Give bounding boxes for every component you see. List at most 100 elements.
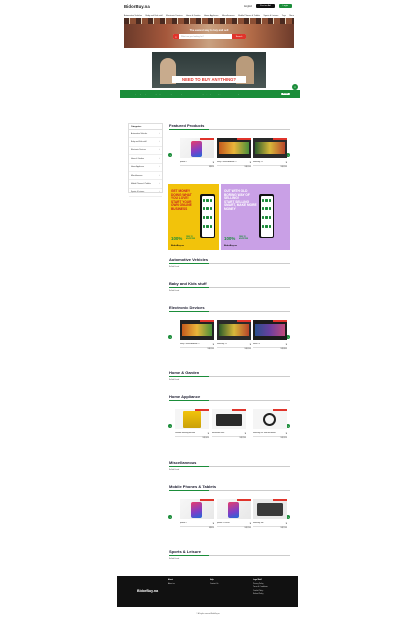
heart-icon[interactable]: ♥ (213, 343, 214, 346)
product-card[interactable]: Featured Product Samsung TV ♥ N$4,500 (217, 320, 251, 352)
product-card[interactable]: Featured Product Samsung 20L Solo Microw… (253, 409, 287, 441)
heart-icon[interactable]: ♥ (286, 522, 287, 525)
chevron-right-icon: › (159, 191, 160, 194)
nav-item[interactable]: Automotive Vehicles (124, 15, 142, 17)
login-button[interactable]: Login (278, 4, 292, 8)
search-bar: ⌖ What are you looking for? Search (173, 34, 246, 39)
heart-icon[interactable]: ♥ (286, 343, 287, 346)
sidebar-item[interactable]: Automotive Vehicles › (129, 130, 162, 139)
product-name[interactable]: Sony X Series Android TV (180, 343, 210, 345)
product-name[interactable]: Smart TV (253, 343, 283, 345)
footer-column-about: About About us (168, 579, 175, 586)
promo-banner[interactable]: NEED TO BUY ANYTHING? (152, 52, 266, 88)
footer-heading: Help (210, 579, 214, 581)
heart-icon[interactable]: ♥ (250, 343, 251, 346)
product-card[interactable]: Featured Product Smart TV ♥ N$3,800 (253, 320, 287, 352)
sidebar-item[interactable]: Sports & Leisure › (129, 189, 162, 198)
product-name[interactable]: Sony X Series Android TV (217, 161, 247, 163)
nav-item[interactable]: Baby and Kids stuff (145, 15, 162, 17)
search-input[interactable]: What are you looking for? (179, 36, 232, 38)
heart-icon[interactable]: ♥ (250, 161, 251, 164)
nav-item[interactable]: Sports & Leisure (264, 15, 279, 17)
product-name[interactable]: Samsung 20L Solo Microwave (253, 432, 283, 434)
nav-item[interactable]: Miscellaneous (222, 15, 235, 17)
sidebar-item[interactable]: Home Appliance › (129, 164, 162, 172)
section-title-home-appliance: Home Appliance (169, 394, 201, 399)
nav-item[interactable]: Home & Garden (186, 15, 200, 17)
chevron-right-icon: › (159, 174, 160, 177)
product-name[interactable]: Portable Washing Machine (175, 432, 205, 434)
product-card[interactable]: Featured Product iphone X ♥ N$950 (180, 138, 214, 170)
footer-column-help: Help Contact Us (210, 579, 218, 586)
footer-link[interactable]: Contact Us (210, 583, 218, 585)
product-card[interactable]: Featured Product Samsung Tab ♥ N$2,100 (253, 499, 287, 531)
featured-badge: Featured Product (273, 409, 287, 411)
product-name[interactable]: Samsung TV (217, 343, 247, 345)
carousel-prev-icon[interactable]: ‹ (168, 515, 173, 520)
heart-icon[interactable]: ♥ (213, 522, 214, 525)
product-card[interactable]: Featured Product Sony X Series Android T… (180, 320, 214, 352)
heart-icon[interactable]: ♥ (213, 161, 214, 164)
carousel-prev-icon[interactable]: ‹ (168, 335, 173, 340)
product-card[interactable]: Featured Product Samsung TV ♥ N$4,500 (253, 138, 287, 170)
accept-cookies-button[interactable]: Accept (281, 93, 290, 95)
product-price: N$4,500 (244, 348, 251, 350)
promo-free-label: FREE TO ADVERTISE (186, 236, 196, 240)
language-selector[interactable]: English (244, 5, 252, 8)
no-ads-text: No Ads Found (169, 267, 180, 268)
promo-card-right[interactable]: OUT WITH OLD BORING WAY OF SELLING! STAR… (221, 184, 290, 250)
sidebar-item-label: Baby and Kids stuff (131, 141, 147, 144)
sidebar-item[interactable]: Miscellaneous › (129, 172, 162, 181)
sidebar-item[interactable]: Mobile Phones & Tablets › (129, 180, 162, 189)
product-card[interactable]: Featured Product Iphone X 256GB ♥ N$1,20… (217, 499, 251, 531)
product-image (253, 409, 287, 429)
footer-link[interactable]: Cookie Policy (253, 590, 263, 592)
page: BidorBuy.na English Post an Ad Login Aut… (0, 0, 416, 622)
nav-item[interactable]: Home Appliance (204, 15, 219, 17)
featured-badge: Featured Product (273, 320, 287, 322)
post-ad-button[interactable]: Post an Ad (256, 4, 275, 8)
nav-item[interactable]: Electronic Devices (166, 15, 182, 17)
product-card[interactable]: Featured Product iphone X ♥ N$950 (180, 499, 214, 531)
nav-item[interactable]: Toys (282, 15, 286, 17)
featured-badge: Featured Product (237, 320, 251, 322)
sidebar-item[interactable]: Baby and Kids stuff › (129, 138, 162, 147)
heart-icon[interactable]: ♥ (245, 432, 246, 435)
product-name[interactable]: Samsung TV (253, 161, 283, 163)
nav-item[interactable]: Mobile Phones & Tablets (238, 15, 260, 17)
heart-icon[interactable]: ♥ (250, 522, 251, 525)
product-image (212, 409, 246, 429)
featured-badge: Featured Product (200, 499, 214, 501)
heart-icon[interactable]: ♥ (286, 161, 287, 164)
product-name[interactable]: iphone X (180, 522, 210, 524)
carousel-prev-icon[interactable]: ‹ (168, 153, 173, 158)
footer-link[interactable]: Terms & Conditions (253, 586, 268, 588)
promo-card-left[interactable]: GET MONEY DOING WHAT YOU LOVE! START YOU… (168, 184, 219, 250)
sidebar-item[interactable]: Electronic Devices › (129, 147, 162, 156)
chevron-right-icon: › (159, 141, 160, 144)
section-title-automotive: Automotive Vehicles (169, 257, 209, 262)
heart-icon[interactable]: ♥ (208, 432, 209, 435)
heart-icon[interactable]: ♥ (286, 432, 287, 435)
sidebar-item[interactable]: Home & Garden › (129, 155, 162, 164)
footer-link[interactable]: About us (168, 583, 175, 585)
product-name[interactable]: iphone X (180, 161, 210, 163)
product-name[interactable]: Microwave oven (212, 432, 242, 434)
search-button[interactable]: Search (232, 34, 246, 39)
no-ads-text: No Ads Found (169, 380, 180, 381)
product-name[interactable]: Samsung Tab (253, 522, 283, 524)
product-card[interactable]: Featured Product Sony X Series Android T… (217, 138, 251, 170)
footer-link[interactable]: Privacy Policy (253, 583, 264, 585)
banner-headline: NEED TO BUY ANYTHING? (172, 76, 246, 83)
cookie-text: By clicking "Accept All Cookies", you ag… (134, 93, 244, 95)
product-card[interactable]: Featured Product Portable Washing Machin… (175, 409, 209, 441)
nav-item[interactable]: More (289, 15, 294, 17)
footer-logo[interactable]: BidorBuy.na (137, 589, 158, 593)
section-divider (169, 554, 290, 556)
product-name[interactable]: Iphone X 256GB (217, 522, 247, 524)
product-card[interactable]: Featured Product Microwave oven ♥ N$1,20… (212, 409, 246, 441)
site-logo[interactable]: BidorBuy.na (124, 4, 150, 9)
footer-link[interactable]: Refund Policy (253, 593, 263, 595)
carousel-prev-icon[interactable]: ‹ (168, 424, 173, 429)
section-divider (169, 262, 290, 264)
